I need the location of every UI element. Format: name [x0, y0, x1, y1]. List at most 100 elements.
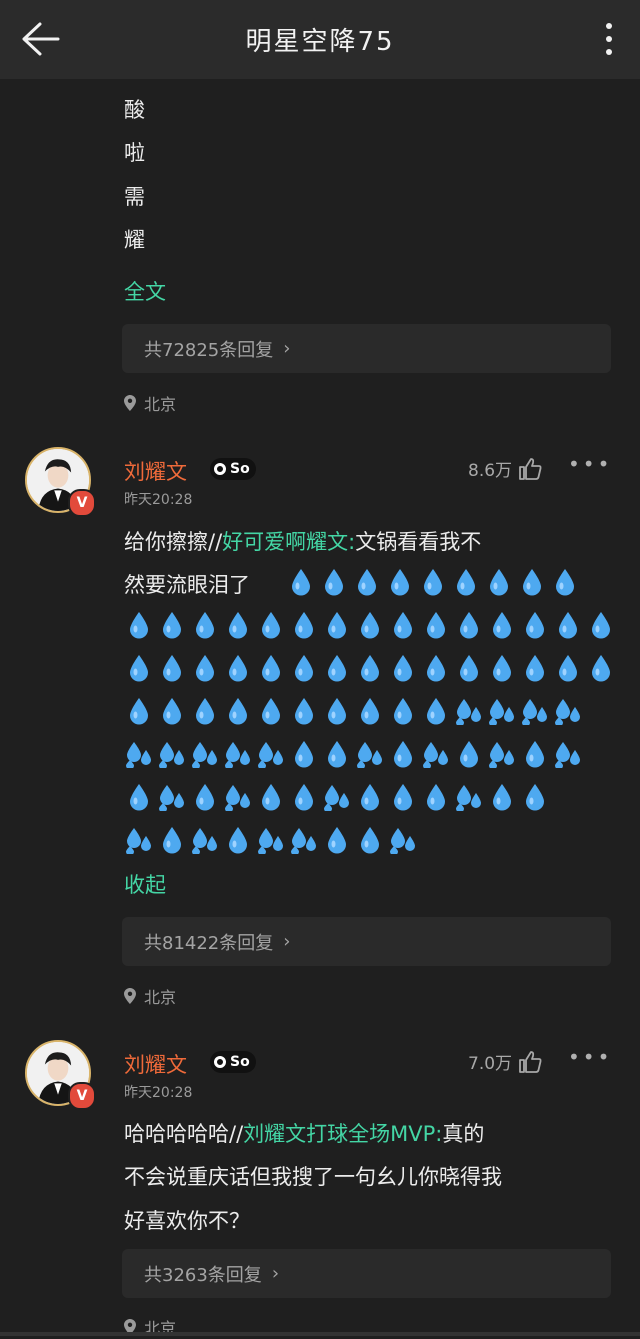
droplet-icon — [122, 696, 155, 726]
droplet-icon — [320, 825, 353, 855]
droplet-icon — [386, 653, 419, 683]
emoji-row — [122, 696, 584, 726]
verified-badge: V — [68, 1082, 96, 1110]
droplet-icon — [188, 696, 221, 726]
comment-text-line3: 好喜欢你不？ — [124, 1209, 250, 1233]
more-options-icon[interactable] — [602, 20, 616, 60]
droplet-icon — [122, 610, 155, 640]
like-count: 7.0万 — [468, 1054, 513, 1074]
page-title: 明星空降75 — [245, 27, 395, 57]
sweat-droplets-icon — [188, 825, 221, 855]
droplet-icon — [485, 610, 518, 640]
so-badge-label: So — [230, 1054, 250, 1070]
sweat-droplets-icon — [155, 739, 188, 769]
comment-text-line2: 不会说重庆话但我搜了一句幺儿你晓得我 — [124, 1165, 502, 1189]
more-dots-icon[interactable]: ••• — [568, 452, 612, 476]
droplet-icon — [254, 653, 287, 683]
droplet-icon — [317, 567, 350, 597]
comment-text-line2: 然要流眼泪了 — [124, 573, 250, 597]
droplet-icon — [353, 610, 386, 640]
mention-link[interactable]: 刘耀文打球全场MVP: — [243, 1122, 442, 1146]
droplet-icon — [188, 782, 221, 812]
chevron-right-icon: › — [271, 1263, 280, 1284]
sweat-droplets-icon — [287, 825, 320, 855]
post-line: 啦 — [124, 141, 145, 165]
more-dots-icon[interactable]: ••• — [568, 1045, 612, 1069]
droplet-icon — [419, 696, 452, 726]
droplet-icon — [584, 610, 617, 640]
so-badge: So — [210, 458, 256, 480]
droplet-icon — [386, 782, 419, 812]
comment-text: 给你擦擦//好可爱啊耀文:文锅看看我不 — [124, 526, 481, 556]
comment-text: 哈哈哈哈哈//刘耀文打球全场MVP:真的 — [124, 1118, 484, 1148]
emoji-row — [122, 653, 617, 683]
bottom-divider — [0, 1332, 640, 1336]
droplet-icon — [287, 739, 320, 769]
so-badge-label: So — [230, 461, 250, 477]
droplet-icon — [320, 610, 353, 640]
sweat-droplets-icon — [254, 739, 287, 769]
droplet-icon — [452, 610, 485, 640]
droplet-icon — [353, 696, 386, 726]
droplet-icon — [122, 653, 155, 683]
location-text: 北京 — [144, 988, 177, 1007]
droplet-icon — [518, 653, 551, 683]
full-text-link[interactable]: 全文 — [124, 276, 166, 306]
replies-count: 共72825条回复 — [144, 339, 274, 361]
comment-text-rest: 真的 — [442, 1122, 485, 1146]
droplet-icon — [452, 653, 485, 683]
droplet-icon — [221, 610, 254, 640]
droplet-icon — [221, 825, 254, 855]
comment-time: 昨天20:28 — [124, 492, 193, 508]
droplet-icon — [518, 739, 551, 769]
sweat-droplets-icon — [320, 782, 353, 812]
sweat-droplets-icon — [155, 782, 188, 812]
replies-button[interactable]: 共3263条回复 › — [122, 1249, 611, 1298]
post-line: 酸 — [124, 98, 145, 122]
droplet-icon — [287, 782, 320, 812]
droplet-icon — [419, 610, 452, 640]
back-arrow-icon[interactable] — [18, 20, 60, 58]
comment-text-prefix: 哈哈哈哈哈// — [124, 1122, 244, 1146]
droplet-icon — [320, 653, 353, 683]
droplet-icon — [386, 739, 419, 769]
location-pin-icon — [124, 988, 136, 1004]
like-button[interactable]: 7.0万 — [468, 1049, 542, 1074]
droplet-icon — [122, 782, 155, 812]
sweat-droplets-icon — [254, 825, 287, 855]
location: 北京 — [124, 391, 176, 415]
droplet-icon — [482, 567, 515, 597]
chevron-right-icon: › — [283, 338, 291, 359]
sweat-droplets-icon — [485, 739, 518, 769]
sweat-droplets-icon — [188, 739, 221, 769]
droplet-icon — [353, 653, 386, 683]
droplet-icon — [155, 653, 188, 683]
username[interactable]: 刘耀文 — [124, 456, 187, 486]
droplet-icon — [287, 610, 320, 640]
sweat-droplets-icon — [551, 696, 584, 726]
sweat-droplets-icon — [551, 739, 584, 769]
username[interactable]: 刘耀文 — [124, 1049, 187, 1079]
droplet-icon — [254, 782, 287, 812]
droplet-icon — [515, 567, 548, 597]
droplet-icon — [551, 653, 584, 683]
sweat-droplets-icon — [122, 739, 155, 769]
droplet-icon — [518, 610, 551, 640]
droplet-icon — [353, 825, 386, 855]
replies-button[interactable]: 共81422条回复 › — [122, 917, 611, 966]
droplet-icon — [188, 653, 221, 683]
sweat-droplets-icon — [221, 782, 254, 812]
droplet-icon — [254, 696, 287, 726]
droplet-icon — [320, 696, 353, 726]
droplet-icon — [320, 739, 353, 769]
sweat-droplets-icon — [353, 739, 386, 769]
sweat-droplets-icon — [485, 696, 518, 726]
mention-link[interactable]: 好可爱啊耀文: — [222, 530, 355, 554]
collapse-link[interactable]: 收起 — [124, 869, 166, 899]
droplet-icon — [419, 653, 452, 683]
emoji-row — [284, 567, 581, 597]
replies-button[interactable]: 共72825条回复 › — [122, 324, 611, 373]
location-pin-icon — [124, 395, 136, 411]
replies-count: 共3263条回复 — [144, 1264, 262, 1286]
like-button[interactable]: 8.6万 — [468, 456, 542, 481]
